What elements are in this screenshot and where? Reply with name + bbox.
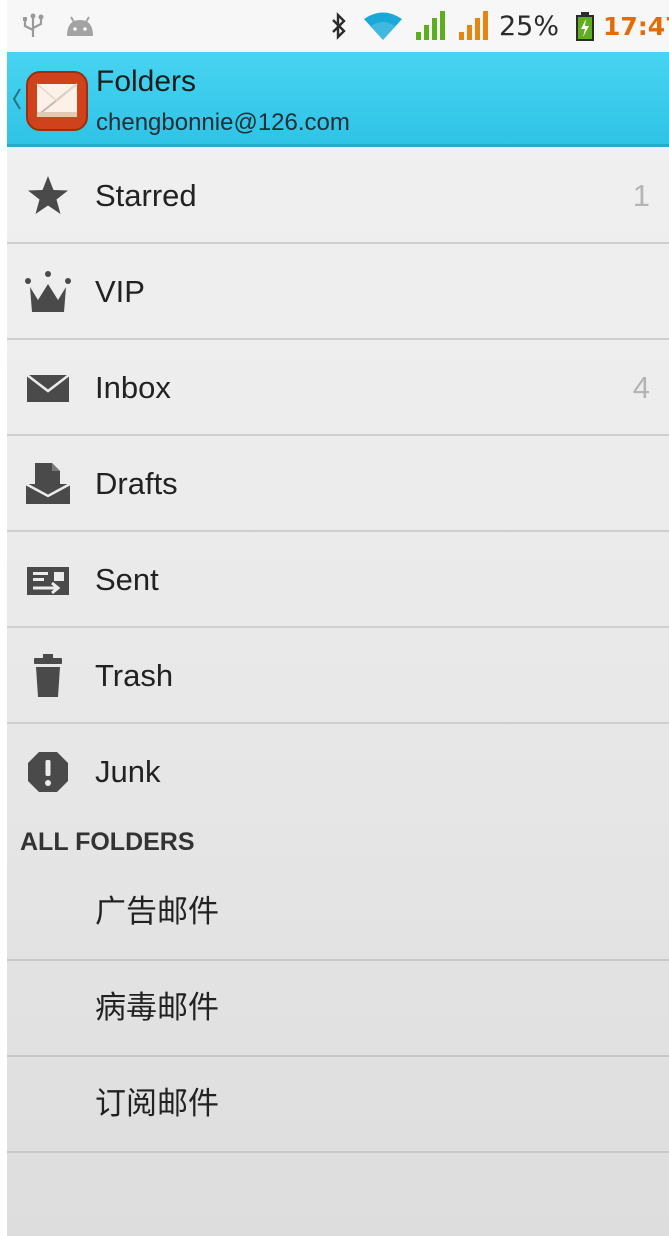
junk-icon — [24, 750, 72, 794]
battery-charging-icon — [575, 12, 595, 46]
folder-label: Junk — [95, 754, 161, 789]
mail-app-icon[interactable] — [26, 71, 88, 135]
status-bar: 25% 17:47 — [7, 0, 669, 53]
sent-icon — [24, 558, 72, 602]
back-chevron-icon[interactable] — [11, 86, 23, 116]
usb-icon — [21, 12, 45, 44]
action-bar[interactable]: Folders chengbonnie@126.com — [7, 52, 669, 147]
folder-row-drafts[interactable]: Drafts — [7, 435, 669, 532]
folder-label: 广告邮件 — [95, 894, 219, 930]
folder-label: VIP — [95, 274, 145, 309]
folder-label: 订阅邮件 — [95, 1086, 219, 1122]
folder-label: Trash — [95, 658, 174, 693]
all-folders-header: ALL FOLDERS — [20, 828, 195, 856]
signal-icon-2 — [457, 10, 489, 46]
account-email: chengbonnie@126.com — [96, 109, 350, 136]
folder-label: Starred — [95, 178, 197, 213]
folder-label: Inbox — [95, 370, 171, 405]
folder-row-starred[interactable]: Starred 1 — [7, 147, 669, 244]
signal-icon — [414, 10, 446, 46]
android-debug-icon — [63, 16, 97, 42]
folder-row-custom[interactable]: 订阅邮件 — [7, 1056, 669, 1153]
folder-row-trash[interactable]: Trash — [7, 627, 669, 724]
folder-row-inbox[interactable]: Inbox 4 — [7, 339, 669, 436]
clock: 17:47 — [603, 12, 669, 41]
battery-percent: 25% — [499, 11, 560, 42]
folder-label: Sent — [95, 562, 159, 597]
star-icon — [24, 174, 72, 218]
screen: 25% 17:47 F — [7, 0, 669, 1236]
unread-count: 4 — [632, 370, 650, 405]
folder-row-custom[interactable]: 广告邮件 — [7, 864, 669, 961]
wifi-icon — [363, 10, 403, 46]
bluetooth-icon — [330, 12, 348, 44]
folder-row-vip[interactable]: VIP — [7, 243, 669, 340]
folder-row-junk[interactable]: Junk — [7, 723, 669, 818]
folder-row-custom[interactable]: 病毒邮件 — [7, 960, 669, 1057]
folder-row-sent[interactable]: Sent — [7, 531, 669, 628]
folder-label: Drafts — [95, 466, 178, 501]
envelope-icon — [24, 366, 72, 410]
folder-label: 病毒邮件 — [95, 990, 219, 1026]
crown-icon — [24, 270, 72, 314]
drafts-icon — [24, 462, 72, 506]
page-title: Folders — [96, 65, 197, 98]
trash-icon — [24, 654, 72, 698]
unread-count: 1 — [632, 178, 650, 213]
